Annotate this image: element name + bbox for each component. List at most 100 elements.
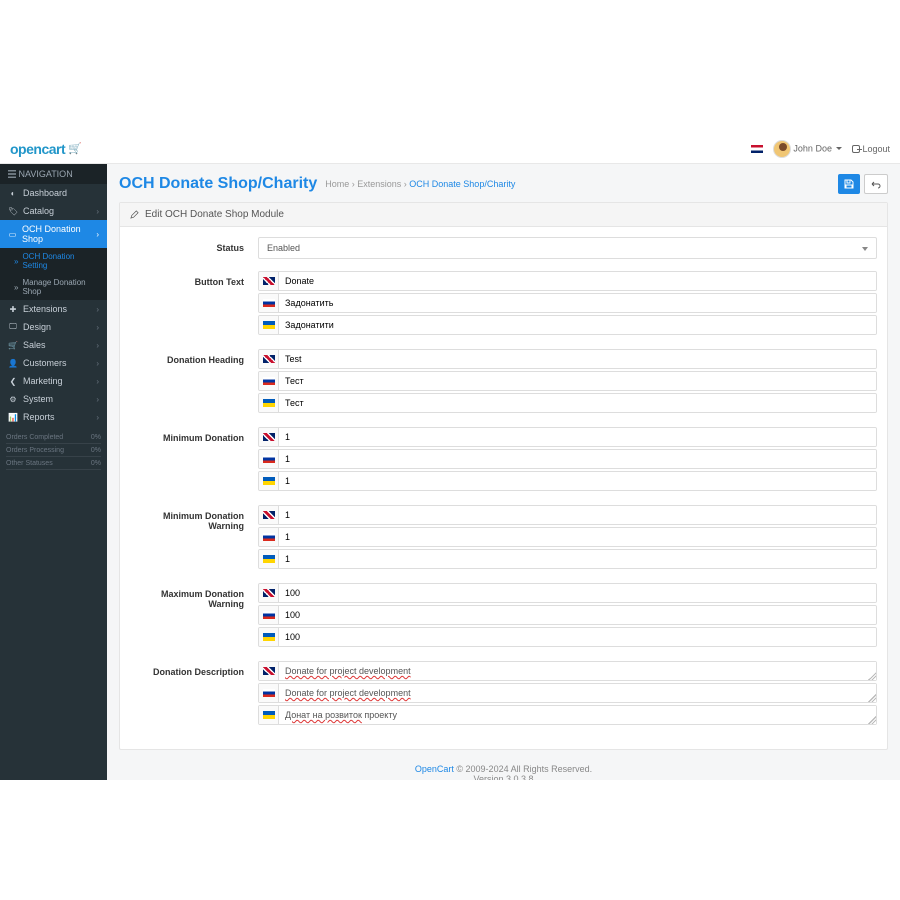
chevron-down-icon bbox=[836, 147, 842, 150]
back-button[interactable] bbox=[864, 174, 888, 194]
tachometer-icon: ◐ bbox=[8, 189, 18, 198]
minimum-donation-label: Minimum Donation bbox=[130, 427, 258, 443]
flag-ru-icon bbox=[263, 377, 275, 385]
max-warning-ru-input[interactable] bbox=[279, 606, 876, 624]
user-name: John Doe bbox=[793, 143, 832, 153]
button-text-gb-input[interactable] bbox=[279, 272, 876, 290]
language-flag-icon[interactable] bbox=[751, 145, 763, 153]
back-icon bbox=[871, 179, 881, 189]
logout-icon bbox=[852, 145, 860, 153]
sidebar-item-dashboard[interactable]: ◐Dashboard bbox=[0, 184, 107, 202]
footer: OpenCart © 2009-2024 All Rights Reserved… bbox=[119, 750, 888, 780]
page-title: OCH Donate Shop/Charity bbox=[119, 175, 317, 193]
sidebar-item-reports[interactable]: 📊Reports› bbox=[0, 408, 107, 426]
save-button[interactable] bbox=[838, 174, 860, 194]
button-text-label: Button Text bbox=[130, 271, 258, 287]
chevron-right-icon: › bbox=[96, 323, 99, 332]
min-warning-ru-input[interactable] bbox=[279, 528, 876, 546]
status-label: Status bbox=[130, 237, 258, 253]
logo: opencart🛒 bbox=[10, 141, 81, 157]
user-menu[interactable]: John Doe bbox=[773, 140, 843, 158]
flag-ua-icon bbox=[263, 555, 275, 563]
flag-ru-icon bbox=[263, 299, 275, 307]
card-icon: ▭ bbox=[8, 230, 17, 239]
share-icon: ❮ bbox=[8, 377, 18, 386]
flag-ru-icon bbox=[263, 689, 275, 697]
chevron-right-icon: › bbox=[96, 377, 99, 386]
donation-heading-gb-input[interactable] bbox=[279, 350, 876, 368]
tags-icon: 🏷 bbox=[8, 207, 18, 216]
save-icon bbox=[844, 179, 854, 189]
cog-icon: ⚙ bbox=[8, 395, 18, 404]
sidebar-item-extensions[interactable]: ✚Extensions› bbox=[0, 300, 107, 318]
logout-link[interactable]: Logout bbox=[852, 144, 890, 154]
chevron-right-icon: › bbox=[96, 207, 99, 216]
stat-other-statuses: Other Statuses0% bbox=[6, 458, 101, 470]
main-content: OCH Donate Shop/Charity Home › Extension… bbox=[107, 164, 900, 780]
button-text-ru-input[interactable] bbox=[279, 294, 876, 312]
breadcrumb-current: OCH Donate Shop/Charity bbox=[409, 179, 515, 189]
sidebar-item-marketing[interactable]: ❮Marketing› bbox=[0, 372, 107, 390]
donation-heading-ru-input[interactable] bbox=[279, 372, 876, 390]
flag-ua-icon bbox=[263, 711, 275, 719]
minimum-donation-gb-input[interactable] bbox=[279, 428, 876, 446]
flag-ru-icon bbox=[263, 533, 275, 541]
breadcrumb-extensions[interactable]: Extensions bbox=[357, 179, 401, 189]
max-warning-gb-input[interactable] bbox=[279, 584, 876, 602]
description-ua-textarea[interactable]: Донат на розвиток проекту bbox=[279, 706, 876, 724]
sidebar-stats: Orders Completed0% Orders Processing0% O… bbox=[0, 432, 107, 471]
donation-description-label: Donation Description bbox=[130, 661, 258, 677]
button-text-ua-input[interactable] bbox=[279, 316, 876, 334]
max-warning-ua-input[interactable] bbox=[279, 628, 876, 646]
minimum-donation-ru-input[interactable] bbox=[279, 450, 876, 468]
cart-icon: 🛒 bbox=[68, 142, 81, 155]
min-warning-ua-input[interactable] bbox=[279, 550, 876, 568]
status-select[interactable]: Enabled bbox=[258, 237, 877, 259]
flag-gb-icon bbox=[263, 667, 275, 675]
flag-ru-icon bbox=[263, 611, 275, 619]
flag-ua-icon bbox=[263, 321, 275, 329]
sidebar-sub-manage-donation-shop[interactable]: Manage Donation Shop bbox=[0, 274, 107, 300]
donation-heading-ua-input[interactable] bbox=[279, 394, 876, 412]
stat-orders-processing: Orders Processing0% bbox=[6, 445, 101, 457]
breadcrumb: Home › Extensions › OCH Donate Shop/Char… bbox=[325, 179, 515, 189]
top-header: opencart🛒 John Doe Logout bbox=[0, 134, 900, 164]
sidebar-item-design[interactable]: 🖵Design› bbox=[0, 318, 107, 336]
flag-gb-icon bbox=[263, 589, 275, 597]
flag-ru-icon bbox=[263, 455, 275, 463]
flag-ua-icon bbox=[263, 399, 275, 407]
chevron-right-icon: › bbox=[96, 359, 99, 368]
flag-ua-icon bbox=[263, 633, 275, 641]
donation-heading-label: Donation Heading bbox=[130, 349, 258, 365]
footer-brand-link[interactable]: OpenCart bbox=[415, 764, 454, 774]
nav-header: NAVIGATION bbox=[0, 164, 107, 184]
flag-gb-icon bbox=[263, 511, 275, 519]
minimum-donation-ua-input[interactable] bbox=[279, 472, 876, 490]
pencil-icon bbox=[130, 210, 139, 219]
cart-icon: 🛒 bbox=[8, 341, 18, 350]
chart-icon: 📊 bbox=[8, 413, 18, 422]
flag-ua-icon bbox=[263, 477, 275, 485]
breadcrumb-home[interactable]: Home bbox=[325, 179, 349, 189]
sidebar-sub-och-donation-setting[interactable]: OCH Donation Setting bbox=[0, 248, 107, 274]
footer-version: Version 3.0.3.8 bbox=[473, 774, 533, 780]
avatar bbox=[773, 140, 791, 158]
sidebar-item-och-donation-shop[interactable]: ▭OCH Donation Shop› bbox=[0, 220, 107, 248]
user-icon: 👤 bbox=[8, 359, 18, 368]
chevron-right-icon: › bbox=[96, 230, 99, 239]
maximum-donation-warning-label: Maximum Donation Warning bbox=[130, 583, 258, 609]
flag-gb-icon bbox=[263, 433, 275, 441]
puzzle-icon: ✚ bbox=[8, 305, 18, 314]
panel-header: Edit OCH Donate Shop Module bbox=[120, 203, 887, 227]
description-gb-textarea[interactable]: Donate for project development bbox=[279, 662, 876, 680]
sidebar-item-catalog[interactable]: 🏷Catalog› bbox=[0, 202, 107, 220]
sidebar-item-sales[interactable]: 🛒Sales› bbox=[0, 336, 107, 354]
min-warning-gb-input[interactable] bbox=[279, 506, 876, 524]
description-ru-textarea[interactable]: Donate for project development bbox=[279, 684, 876, 702]
sidebar-item-system[interactable]: ⚙System› bbox=[0, 390, 107, 408]
sidebar-item-customers[interactable]: 👤Customers› bbox=[0, 354, 107, 372]
flag-gb-icon bbox=[263, 277, 275, 285]
stat-orders-completed: Orders Completed0% bbox=[6, 432, 101, 444]
edit-panel: Edit OCH Donate Shop Module Status Enabl… bbox=[119, 202, 888, 750]
menu-icon bbox=[8, 170, 16, 178]
